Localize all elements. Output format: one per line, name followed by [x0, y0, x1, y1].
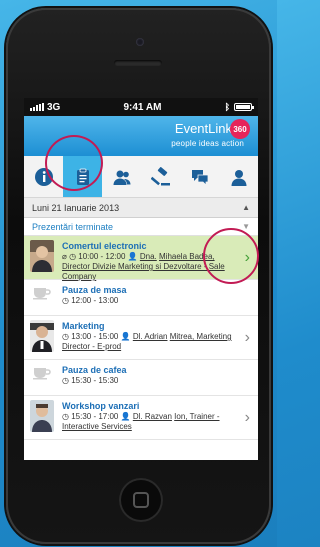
agenda-item[interactable]: Marketing ◷ 13:00 - 15:00 👤 Dl. Adrian M…	[24, 316, 258, 360]
clock-icon: ◷	[62, 332, 69, 341]
agenda-item[interactable]: Workshop vanzari ◷ 15:30 - 17:00 👤 Dl. R…	[24, 396, 258, 440]
signal-icon	[30, 103, 44, 111]
item-meta: ◷ 15:30 - 17:00 👤 Dl. Razvan Ion, Traine…	[62, 412, 234, 432]
clock-icon: ◷	[62, 296, 69, 305]
speaker-photo	[30, 400, 54, 432]
battery-icon	[233, 103, 254, 111]
brand-badge: 360	[230, 119, 250, 139]
item-info: Marketing ◷ 13:00 - 15:00 👤 Dl. Adrian M…	[62, 320, 252, 352]
speaker-prefix[interactable]: Dl. Razvan	[133, 412, 172, 421]
user-small-icon: 👤	[120, 412, 131, 421]
clock: 9:41 AM	[123, 101, 162, 113]
item-time: 10:00 - 12:00	[78, 252, 126, 261]
speaker-photo	[30, 320, 54, 352]
earpiece-speaker	[114, 60, 162, 66]
collapse-icon: ▲	[242, 203, 250, 212]
coffee-cup-icon	[30, 284, 54, 300]
bluetooth-icon: ᛒ	[224, 102, 230, 112]
item-meta: ◷ 12:00 - 13:00	[62, 296, 234, 306]
paperclip-icon: ⌀	[62, 252, 67, 261]
tab-vote[interactable]	[141, 156, 180, 197]
clock-icon: ◷	[62, 412, 69, 421]
item-time: 15:30 - 15:30	[71, 376, 119, 385]
tab-profile[interactable]	[219, 156, 258, 197]
user-small-icon: 👤	[120, 332, 131, 341]
brand-tagline: people ideas action	[171, 139, 244, 148]
home-square-icon	[133, 492, 149, 508]
status-right: ᛒ	[224, 102, 254, 112]
chat-icon	[191, 169, 208, 186]
people-icon	[113, 170, 130, 185]
coffee-cup-icon	[30, 364, 54, 380]
chevron-right-icon[interactable]: ›	[245, 329, 250, 347]
speaker-photo	[30, 240, 54, 272]
carrier-indicator: 3G	[30, 102, 60, 113]
annotation-circle-tab	[45, 135, 103, 191]
brand-logo: EventLink	[174, 121, 232, 136]
item-title: Pauza de masa	[62, 285, 127, 295]
item-info: Workshop vanzari ◷ 15:30 - 17:00 👤 Dl. R…	[62, 400, 252, 432]
item-time: 15:30 - 17:00	[71, 412, 119, 421]
clock-icon: ◷	[69, 252, 77, 261]
item-title: Workshop vanzari	[62, 401, 140, 411]
item-meta: ◷ 15:30 - 15:30	[62, 376, 234, 386]
status-bar: 3G 9:41 AM ᛒ	[24, 98, 258, 116]
item-info: Pauza de masa ◷ 12:00 - 13:00	[62, 284, 252, 306]
day-header[interactable]: Luni 21 Ianuarie 2013 ▲	[24, 198, 258, 218]
user-icon	[231, 169, 246, 186]
item-time: 13:00 - 15:00	[71, 332, 119, 341]
item-time: 12:00 - 13:00	[71, 296, 119, 305]
network-type: 3G	[47, 101, 61, 113]
agenda-item: Pauza de masa ◷ 12:00 - 13:00	[24, 280, 258, 316]
item-info: Pauza de cafea ◷ 15:30 - 15:30	[62, 364, 252, 386]
speaker-prefix[interactable]: Dl. Adrian	[133, 332, 168, 341]
front-camera	[136, 38, 144, 46]
annotation-circle-chevron	[203, 228, 259, 284]
gavel-icon	[150, 166, 170, 185]
item-title: Pauza de cafea	[62, 365, 127, 375]
speaker-prefix[interactable]: Dna.	[140, 252, 157, 261]
chevron-right-icon[interactable]: ›	[245, 409, 250, 427]
tab-chat[interactable]	[180, 156, 219, 197]
home-button[interactable]	[119, 478, 163, 522]
day-label: Luni 21 Ianuarie 2013	[32, 202, 120, 213]
item-title: Marketing	[62, 321, 105, 331]
chevron-down-icon: ▼	[242, 222, 250, 231]
tab-people[interactable]	[102, 156, 141, 197]
section-label: Prezentări terminate	[32, 221, 114, 232]
user-small-icon: 👤	[127, 252, 138, 261]
item-meta: ◷ 13:00 - 15:00 👤 Dl. Adrian Mitrea, Mar…	[62, 332, 234, 352]
agenda-item: Pauza de cafea ◷ 15:30 - 15:30	[24, 360, 258, 396]
clock-icon: ◷	[62, 376, 69, 385]
